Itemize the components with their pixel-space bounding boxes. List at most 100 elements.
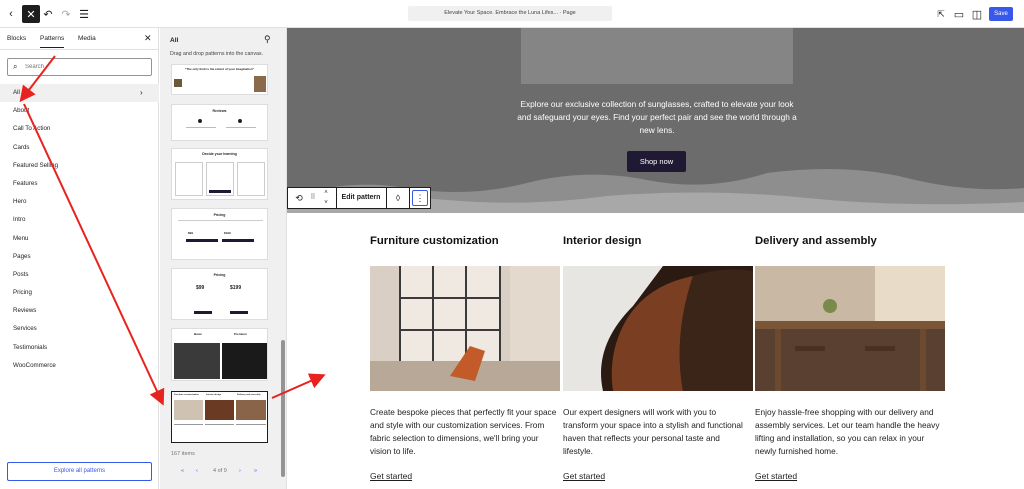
get-started-link[interactable]: Get started xyxy=(370,471,412,481)
thumbnail-image xyxy=(174,343,220,379)
category-label: All xyxy=(13,89,20,96)
category-item-pages[interactable]: Pages xyxy=(0,248,159,266)
pattern-thumbnail[interactable]: Decide your learning xyxy=(171,148,268,200)
tab-patterns[interactable]: Patterns xyxy=(40,35,65,48)
thumbnail-button xyxy=(194,311,212,314)
avatar xyxy=(238,119,242,123)
category-label: Features xyxy=(13,179,38,187)
external-link-icon[interactable]: ⇱ xyxy=(932,5,950,23)
category-label: Reviews xyxy=(13,307,37,315)
pattern-thumbnail[interactable]: Pricing $99 $199 xyxy=(171,208,268,260)
explore-all-patterns-button[interactable]: Explore all patterns xyxy=(7,462,152,481)
category-label: Pages xyxy=(13,252,31,260)
next-page-button[interactable]: › xyxy=(239,468,241,474)
text-line xyxy=(226,127,256,128)
thumbnail-heading: Furniture customization xyxy=(174,394,199,396)
get-started-link[interactable]: Get started xyxy=(563,471,605,481)
category-item-features[interactable]: Features xyxy=(0,175,159,193)
save-button[interactable]: Save xyxy=(989,7,1013,21)
thumbnail-image xyxy=(174,79,182,87)
column-description: Our expert designers will work with you … xyxy=(563,407,743,456)
service-column[interactable]: Furniture customization Create bespoke p… xyxy=(370,235,560,481)
pattern-thumbnail-title: "The only limit is the extent of your im… xyxy=(184,67,255,71)
sidebar-toggle-icon[interactable]: ◫ xyxy=(968,5,986,23)
category-item-intro[interactable]: Intro xyxy=(0,211,159,229)
pattern-thumbnail[interactable]: Basic Premium xyxy=(171,328,268,381)
last-page-button[interactable]: » xyxy=(254,468,257,474)
move-up-down-icon[interactable]: ˄ ˅ xyxy=(319,188,333,208)
thumbnail-button xyxy=(222,239,254,242)
category-item-about[interactable]: About xyxy=(0,102,159,120)
column-heading: Interior design xyxy=(563,235,642,247)
shop-now-button[interactable]: Shop now xyxy=(627,151,686,172)
pattern-icon[interactable]: ⟲ xyxy=(291,188,307,208)
category-item-featured-selling[interactable]: Featured Selling xyxy=(0,157,159,175)
service-column[interactable]: Delivery and assembly Enjoy hassle-free … xyxy=(755,235,945,481)
editor-top-toolbar: ‹ ✕ ↶ ↷ ☰ Elevate Your Space. Embrace th… xyxy=(0,0,1024,28)
category-label: Hero xyxy=(13,198,27,206)
category-label: Testimonials xyxy=(13,343,48,351)
thumbnail-image xyxy=(222,343,267,379)
first-page-button[interactable]: « xyxy=(181,468,184,474)
plan-card xyxy=(206,162,234,196)
category-item-posts[interactable]: Posts xyxy=(0,266,159,284)
pattern-search-field[interactable]: ⌕ xyxy=(7,58,152,76)
redo-icon[interactable]: ↷ xyxy=(57,5,75,23)
chevron-right-icon: › xyxy=(140,88,143,97)
get-started-link[interactable]: Get started xyxy=(755,471,797,481)
inserter-tabs: Blocks Patterns Media ✕ xyxy=(0,28,159,50)
droplet-icon[interactable]: ◊ xyxy=(388,188,408,208)
category-label: Menu xyxy=(13,234,29,242)
category-label: Posts xyxy=(13,270,29,278)
previous-page-button[interactable]: ‹ xyxy=(196,468,198,474)
list-view-icon[interactable]: ☰ xyxy=(75,5,93,23)
category-item-all[interactable]: All › xyxy=(0,84,159,103)
column-heading: Furniture customization xyxy=(370,235,499,247)
price-label: $99 xyxy=(188,231,194,235)
pattern-thumbnail[interactable]: Pricing $99 $199 xyxy=(171,268,268,320)
category-item-services[interactable]: Services xyxy=(0,320,159,338)
pattern-thumbnail[interactable]: "The only limit is the extent of your im… xyxy=(171,64,268,95)
column-description: Enjoy hassle-free shopping with our deli… xyxy=(755,407,940,456)
category-item-hero[interactable]: Hero xyxy=(0,193,159,211)
pattern-list-panel: All ⚲ Drag and drop patterns into the ca… xyxy=(160,28,287,489)
editor-canvas: Explore our exclusive collection of sung… xyxy=(287,28,1024,489)
more-options-icon[interactable]: ⋮ xyxy=(412,190,428,206)
pattern-thumbnail[interactable]: Reviews xyxy=(171,104,268,141)
delivery-assembly-image xyxy=(755,266,945,391)
edit-pattern-button[interactable]: Edit pattern xyxy=(338,188,384,208)
category-item-reviews[interactable]: Reviews xyxy=(0,302,159,320)
text-line xyxy=(174,424,203,425)
filter-icon[interactable]: ⚲ xyxy=(264,34,271,45)
back-icon[interactable]: ‹ xyxy=(2,5,20,23)
hero-section[interactable]: Explore our exclusive collection of sung… xyxy=(287,28,1024,213)
pattern-panel-title: All xyxy=(170,37,179,44)
hero-description: Explore our exclusive collection of sung… xyxy=(517,99,797,135)
close-icon[interactable]: ✕ xyxy=(22,5,40,23)
search-icon: ⌕ xyxy=(13,62,18,71)
pattern-thumbnail-selected[interactable]: Furniture customization Interior design … xyxy=(171,391,268,443)
category-label: Featured Selling xyxy=(13,161,59,169)
desktop-preview-icon[interactable]: ▭ xyxy=(950,5,968,23)
close-icon[interactable]: ✕ xyxy=(144,33,152,44)
tab-media[interactable]: Media xyxy=(78,35,96,42)
document-title[interactable]: Elevate Your Space. Embrace the Luna Lif… xyxy=(408,6,612,21)
category-label: Call To Action xyxy=(13,125,51,133)
service-column[interactable]: Interior design Our expert designers wil… xyxy=(563,235,753,481)
hero-image-placeholder xyxy=(521,28,793,84)
search-input[interactable] xyxy=(25,62,145,72)
undo-icon[interactable]: ↶ xyxy=(39,5,57,23)
category-item-cards[interactable]: Cards xyxy=(0,139,159,157)
price-label: $99 xyxy=(196,285,205,291)
category-item-menu[interactable]: Menu xyxy=(0,230,159,248)
drag-handle-icon[interactable]: ⠿ xyxy=(307,188,319,208)
category-item-call-to-action[interactable]: Call To Action xyxy=(0,120,159,138)
thumbnail-heading: Delivery and assembly xyxy=(237,394,261,396)
category-item-woocommerce[interactable]: WooCommerce xyxy=(0,357,159,375)
pattern-category-list: All › About Call To Action Cards Featured… xyxy=(0,84,159,375)
scrollbar[interactable] xyxy=(281,340,285,477)
avatar xyxy=(198,119,202,123)
tab-blocks[interactable]: Blocks xyxy=(7,35,26,42)
category-item-testimonials[interactable]: Testimonials xyxy=(0,339,159,357)
category-item-pricing[interactable]: Pricing xyxy=(0,284,159,302)
